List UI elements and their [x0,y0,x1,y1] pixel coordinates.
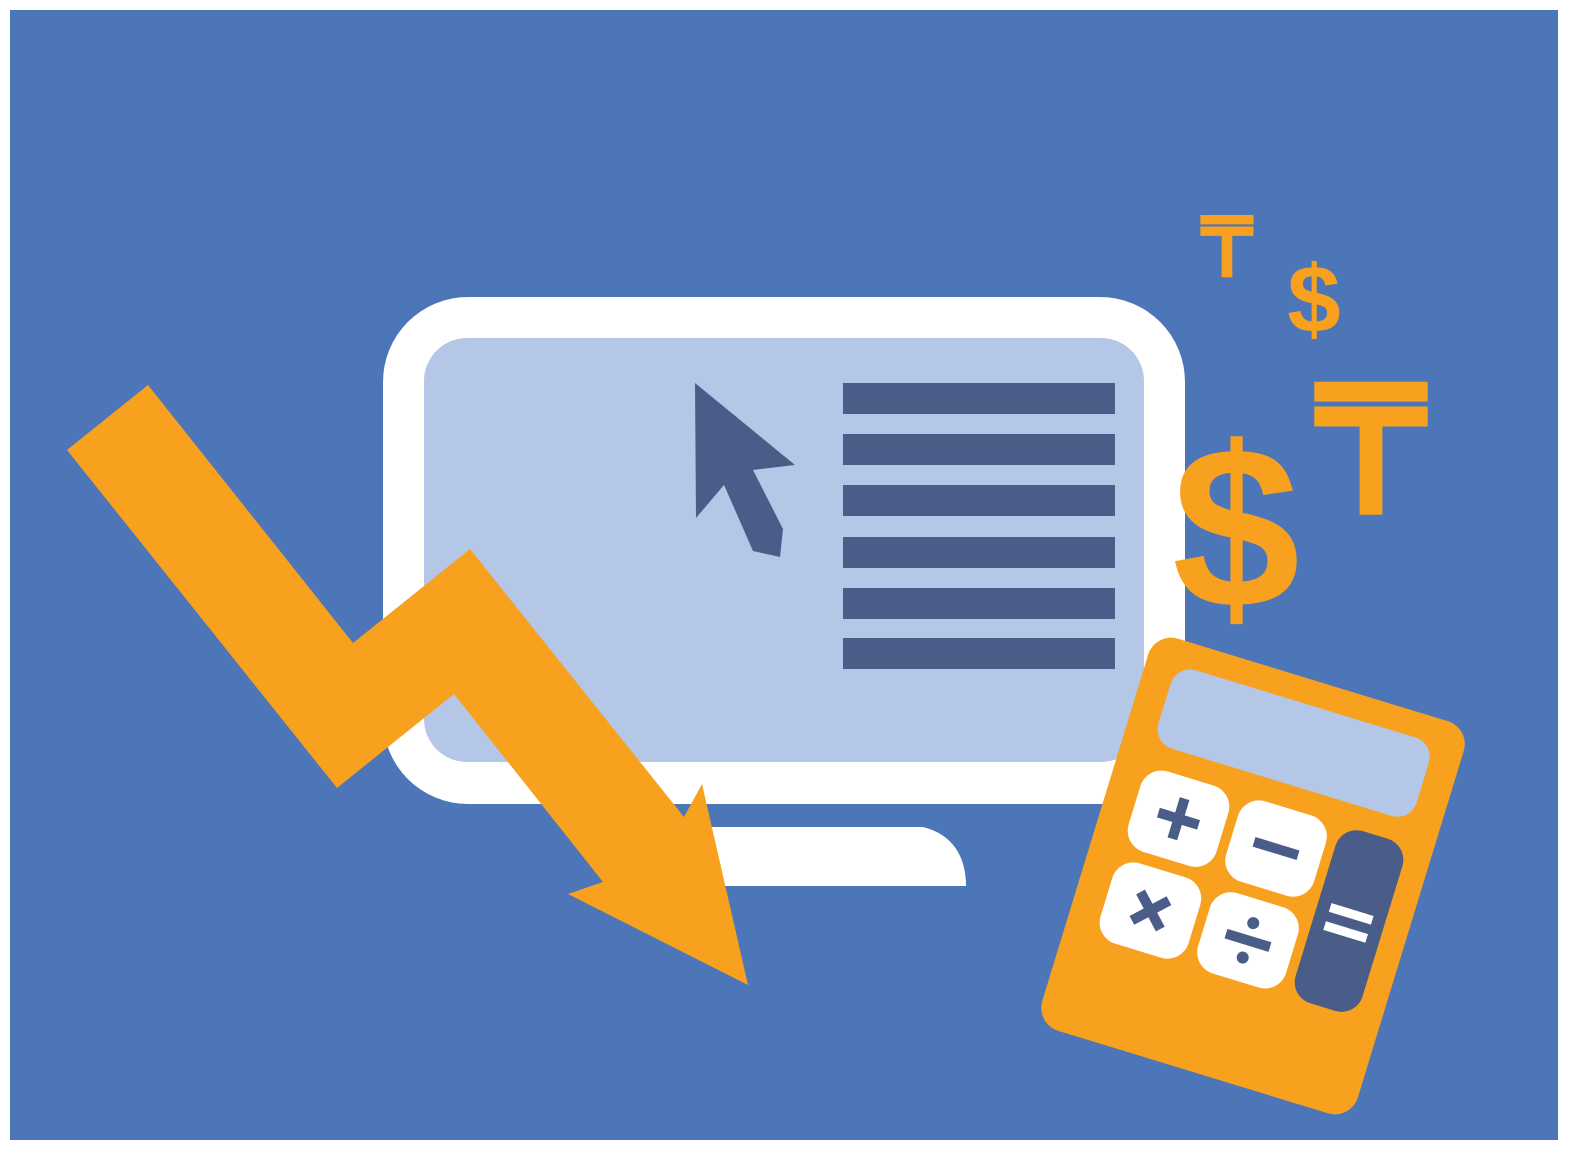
screen-list-line [843,434,1115,465]
monitor-stand [700,827,966,886]
tenge-symbol-large: ₸ [1313,355,1428,550]
screen-list-line [843,383,1115,414]
screen-list-line [843,588,1115,619]
dollar-symbol-small: $ [1287,246,1340,353]
tenge-symbol-small: ₸ [1200,203,1254,294]
screen-list-line [843,638,1115,669]
screen-list-line [843,485,1115,516]
screen-list-line [843,537,1115,568]
dollar-symbol-large: $ [1172,399,1300,656]
finance-decline-illustration: ₸ $ $ ₸ [10,10,1558,1140]
